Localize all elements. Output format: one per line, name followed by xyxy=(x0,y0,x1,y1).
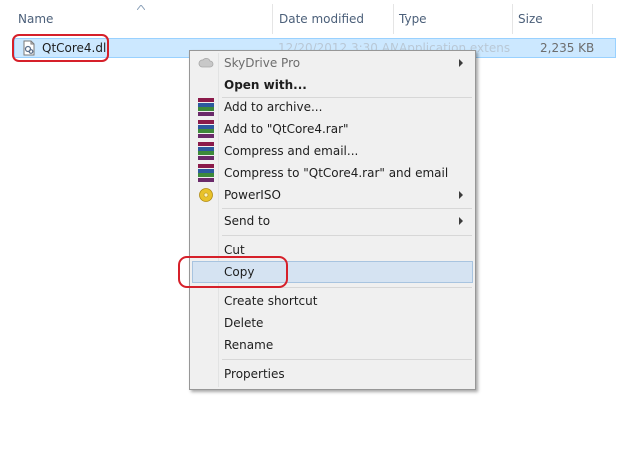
menu-item-label: Cut xyxy=(224,243,245,257)
menu-item-label: Compress to "QtCore4.rar" and email xyxy=(224,166,449,180)
winrar-icon xyxy=(198,164,214,182)
column-size[interactable]: Size xyxy=(518,12,543,28)
menu-item-delete[interactable]: Delete xyxy=(192,312,473,334)
menu-item-add-to-archive[interactable]: Add to archive... xyxy=(192,96,473,118)
menu-item-open-with[interactable]: Open with... xyxy=(192,74,473,96)
column-divider[interactable] xyxy=(272,4,273,34)
winrar-icon xyxy=(198,142,214,160)
menu-separator xyxy=(222,208,472,209)
column-divider[interactable] xyxy=(393,4,394,34)
menu-item-label: Create shortcut xyxy=(224,294,318,308)
menu-item-label: Rename xyxy=(224,338,274,352)
cloud-icon xyxy=(198,57,214,68)
menu-item-skydrive-pro[interactable]: SkyDrive Pro xyxy=(192,52,473,74)
menu-item-label: Send to xyxy=(224,214,271,228)
menu-item-label: Add to "QtCore4.rar" xyxy=(224,122,349,136)
menu-item-label: Open with... xyxy=(224,78,307,92)
menu-item-compress-to-rar-and-email[interactable]: Compress to "QtCore4.rar" and email xyxy=(192,162,473,184)
menu-item-properties[interactable]: Properties xyxy=(192,363,473,385)
menu-item-poweriso[interactable]: PowerISO xyxy=(192,184,473,206)
menu-item-create-shortcut[interactable]: Create shortcut xyxy=(192,290,473,312)
menu-item-label: Add to archive... xyxy=(224,100,323,114)
menu-item-label: Compress and email... xyxy=(224,144,359,158)
column-name[interactable]: Name xyxy=(18,12,53,28)
menu-item-label: Delete xyxy=(224,316,264,330)
submenu-arrow-icon xyxy=(459,59,463,67)
context-menu: SkyDrive Pro Open with... Add to archive… xyxy=(189,50,476,390)
menu-item-rename[interactable]: Rename xyxy=(192,334,473,356)
column-header: Name Date modified Type Size xyxy=(0,0,643,34)
annotation-circle-file xyxy=(12,34,109,62)
column-divider[interactable] xyxy=(592,4,593,34)
poweriso-icon xyxy=(199,188,213,202)
menu-separator xyxy=(222,235,472,236)
winrar-icon xyxy=(198,120,214,138)
menu-item-label: PowerISO xyxy=(224,188,281,202)
menu-item-label: Properties xyxy=(224,367,285,381)
menu-item-compress-and-email[interactable]: Compress and email... xyxy=(192,140,473,162)
menu-item-send-to[interactable]: Send to xyxy=(192,210,473,232)
sort-ascending-icon xyxy=(137,5,145,10)
menu-separator xyxy=(222,359,472,360)
submenu-arrow-icon xyxy=(459,191,463,199)
menu-item-add-to-rar[interactable]: Add to "QtCore4.rar" xyxy=(192,118,473,140)
column-type[interactable]: Type xyxy=(399,12,427,28)
annotation-circle-copy xyxy=(178,256,288,288)
menu-item-label: SkyDrive Pro xyxy=(224,56,301,70)
file-size: 2,235 KB xyxy=(540,41,595,55)
column-divider[interactable] xyxy=(512,4,513,34)
submenu-arrow-icon xyxy=(459,217,463,225)
winrar-icon xyxy=(198,98,214,116)
column-date-modified[interactable]: Date modified xyxy=(279,12,364,28)
